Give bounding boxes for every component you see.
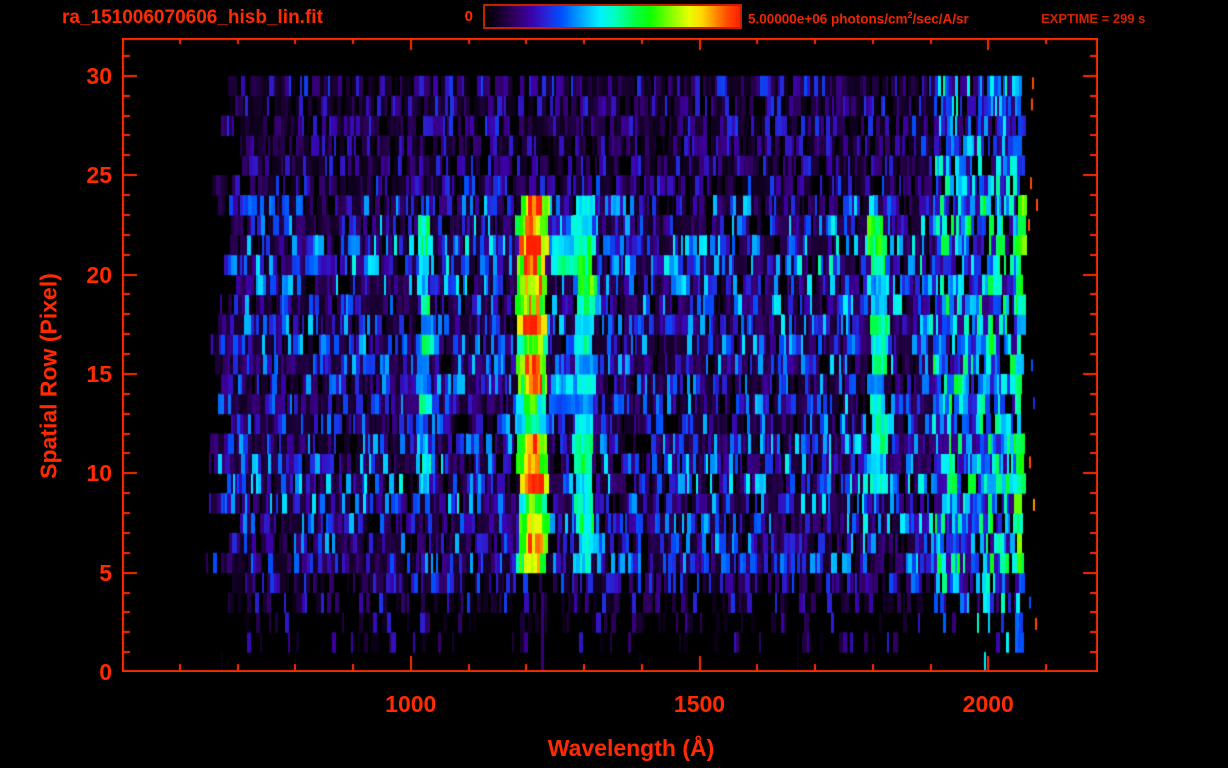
y-tick-label: 30 — [86, 62, 112, 89]
y-tick-label: 5 — [99, 559, 112, 586]
spectrogram-figure: ra_151006070606_hisb_lin.fit 0 5.00000e+… — [0, 0, 1228, 768]
x-tick-label: 1500 — [673, 691, 726, 717]
colorbar — [483, 4, 742, 29]
x-tick-label: 1000 — [385, 691, 437, 717]
y-tick-label: 15 — [86, 360, 112, 387]
colorbar-max-prefix: 5.00000e+06 photons/cm — [748, 11, 908, 27]
y-tick-label: 20 — [86, 261, 112, 288]
exptime-label: EXPTIME = 299 s — [1041, 11, 1146, 26]
y-tick-label: 0 — [99, 659, 112, 685]
colorbar-min-label: 0 — [464, 8, 473, 25]
colorbar-gradient — [485, 6, 740, 27]
y-tick-label: 25 — [86, 162, 112, 189]
x-tick-label: 2000 — [962, 691, 1014, 717]
colorbar-max-suffix: /sec/A/sr — [912, 11, 969, 27]
file-title: ra_151006070606_hisb_lin.fit — [62, 7, 323, 28]
x-axis-label: Wavelength (Å) — [547, 735, 715, 761]
spectrogram-canvas — [122, 38, 1098, 672]
colorbar-max-label: 5.00000e+06 photons/cm2/sec/A/sr — [748, 10, 969, 27]
y-tick-label: 10 — [86, 460, 112, 487]
